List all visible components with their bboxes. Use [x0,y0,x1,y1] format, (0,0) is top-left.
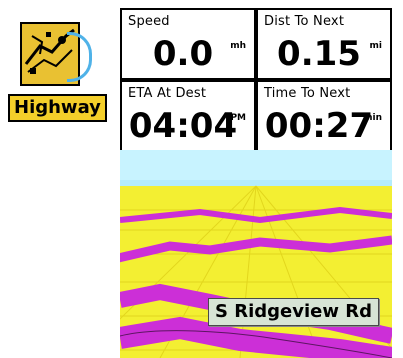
field-eta-at-dest[interactable]: ETA At Dest 04:04 PM [120,80,256,152]
field-speed-label: Speed [128,14,170,29]
road-name-label: S Ridgeview Rd [208,298,379,326]
field-speed-unit: mh [230,41,246,51]
map-view[interactable]: S Ridgeview Rd [120,150,392,358]
mode-label: Highway [8,94,107,122]
field-time-to-next[interactable]: Time To Next 00:27 min [256,80,392,152]
field-time-to-next-unit: min [363,113,382,123]
field-dist-to-next-label: Dist To Next [264,14,345,29]
field-dist-to-next[interactable]: Dist To Next 0.15 mi [256,8,392,80]
field-dist-to-next-unit: mi [369,41,382,51]
field-eta-at-dest-label: ETA At Dest [128,86,207,101]
gps-screen: Speed 0.0 mh Dist To Next 0.15 mi ETA At… [120,8,392,358]
mode-panel: Highway [0,0,118,358]
field-time-to-next-value: 00:27 [264,106,374,146]
field-dist-to-next-value: 0.15 [277,34,361,74]
field-speed-value: 0.0 [152,34,214,74]
arc-decoration [67,32,92,82]
field-eta-at-dest-value: 04:04 [128,106,238,146]
field-eta-at-dest-unit: PM [230,113,246,123]
field-speed[interactable]: Speed 0.0 mh [120,8,256,80]
map-perspective [120,150,392,358]
highway-map-icon[interactable] [20,22,92,86]
field-time-to-next-label: Time To Next [264,86,351,101]
